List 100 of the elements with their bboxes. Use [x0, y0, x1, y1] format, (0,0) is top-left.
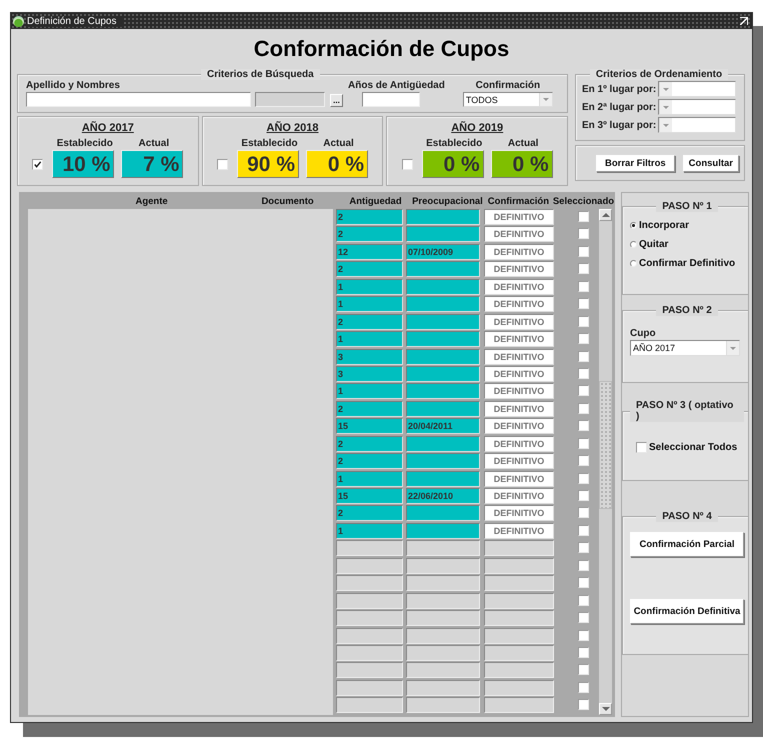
table-cell: 1: [336, 278, 403, 295]
option-label[interactable]: Quitar: [639, 239, 668, 250]
checkbox[interactable]: [578, 385, 589, 396]
checkbox[interactable]: [578, 594, 589, 606]
group-title: PASO Nº 4: [656, 511, 718, 522]
established-percent: 0 %: [422, 150, 484, 178]
caret-icon[interactable]: [663, 124, 670, 126]
scroll-up-button[interactable]: [599, 209, 612, 221]
checkbox[interactable]: [578, 228, 589, 240]
table-cell: [484, 558, 554, 574]
caret-icon[interactable]: [542, 98, 549, 101]
caret-icon[interactable]: [663, 88, 670, 90]
checkbox[interactable]: [578, 420, 589, 432]
checkbox[interactable]: [578, 699, 589, 710]
checkbox[interactable]: [578, 542, 589, 554]
table-cell: [336, 610, 403, 626]
current-percent: 0 %: [490, 150, 553, 178]
checkbox[interactable]: [578, 472, 589, 484]
checkbox[interactable]: [578, 524, 589, 536]
checkbox[interactable]: [578, 612, 589, 624]
checkbox[interactable]: [578, 630, 589, 640]
table-cell: 1: [336, 331, 403, 348]
table-cell: DEFINITIVO: [484, 488, 554, 504]
table-cell: [484, 662, 554, 678]
checkbox[interactable]: [578, 664, 589, 676]
scroll-down-button[interactable]: [599, 702, 612, 715]
dropdown[interactable]: [658, 99, 736, 115]
field-label: En 2ª lugar por:: [582, 102, 656, 112]
table-cell: [484, 575, 554, 592]
option-label[interactable]: Seleccionar Todos: [649, 442, 738, 453]
table-cell: 07/10/2009: [406, 244, 480, 260]
checkbox[interactable]: [578, 646, 589, 658]
group-title: PASO Nº 1: [656, 201, 718, 212]
scroll-thumb[interactable]: [599, 381, 612, 509]
lookup-button[interactable]: ...: [330, 94, 343, 107]
checkbox[interactable]: [578, 316, 589, 327]
dropdown[interactable]: AÑO 2017: [630, 340, 740, 356]
checkbox[interactable]: [578, 490, 589, 501]
table-cell: 2: [336, 314, 403, 330]
table-cell: [336, 540, 403, 556]
dropdown[interactable]: [658, 81, 736, 97]
checkbox[interactable]: [578, 368, 589, 379]
caret-icon[interactable]: [730, 346, 736, 350]
dropdown[interactable]: [658, 117, 736, 133]
checkbox[interactable]: [578, 577, 589, 588]
field-label: Años de Antigüedad: [348, 80, 445, 91]
radio-button[interactable]: [630, 222, 637, 229]
checkbox[interactable]: [578, 682, 589, 693]
checkbox[interactable]: [578, 455, 589, 466]
table-cell: [336, 697, 403, 714]
checkbox[interactable]: [578, 507, 589, 518]
table-cell: [336, 680, 403, 696]
final-confirm-button[interactable]: Confirmación Definitiva: [630, 599, 744, 624]
field-label: Apellido y Nombres: [26, 80, 121, 91]
field-label: En 1º lugar por:: [582, 84, 656, 94]
scrollbar[interactable]: [599, 209, 612, 715]
checkbox[interactable]: [217, 158, 228, 170]
checkbox[interactable]: [578, 263, 589, 274]
current-percent: 0 %: [306, 150, 368, 178]
caret-icon[interactable]: [663, 106, 670, 108]
page-heading: Conformación de Cupos: [252, 35, 510, 63]
checkbox[interactable]: [578, 333, 589, 344]
search-button[interactable]: Consultar: [682, 154, 739, 172]
group-title: PASO Nº 2: [656, 305, 718, 316]
radio-button[interactable]: [630, 241, 637, 248]
checkbox[interactable]: [578, 280, 589, 292]
years-field[interactable]: [362, 92, 420, 107]
column-label: Establecido: [240, 138, 299, 149]
table-cell: DEFINITIVO: [484, 400, 554, 417]
checkbox[interactable]: [578, 246, 589, 257]
maximize-icon[interactable]: [740, 17, 748, 25]
checkbox[interactable]: [578, 402, 589, 414]
table-cell: [336, 628, 403, 644]
table-cell: 22/06/2010: [406, 488, 480, 504]
table-cell: DEFINITIVO: [484, 209, 554, 225]
checkbox[interactable]: [578, 438, 589, 449]
table-cell: 1: [336, 296, 403, 312]
clear-filters-button[interactable]: Borrar Filtros: [596, 154, 675, 172]
partial-confirm-button[interactable]: Confirmación Parcial: [630, 532, 744, 557]
checkbox[interactable]: [578, 298, 589, 310]
checkbox[interactable]: [578, 560, 589, 571]
table-cell: DEFINITIVO: [484, 226, 554, 242]
column-label: Establecido: [425, 138, 484, 149]
option-label[interactable]: Incorporar: [639, 220, 690, 231]
radio-button[interactable]: [630, 260, 637, 267]
table-cell: DEFINITIVO: [484, 261, 554, 278]
table-cell: [336, 644, 403, 661]
checkbox[interactable]: [636, 442, 647, 453]
option-label[interactable]: Confirmar Definitivo: [639, 258, 736, 269]
table-cell: [484, 680, 554, 696]
current-percent: 7 %: [121, 150, 184, 178]
checkbox[interactable]: [578, 211, 589, 222]
dropdown[interactable]: TODOS: [462, 92, 553, 107]
checkbox[interactable]: [32, 158, 44, 170]
group-title: PASO Nº 3 ( optativo ): [630, 400, 744, 422]
column-label: Actual: [506, 138, 540, 149]
checkbox[interactable]: [578, 350, 589, 362]
name-field[interactable]: [26, 92, 251, 107]
checkbox[interactable]: [402, 158, 413, 170]
table-cell: 3: [336, 348, 403, 364]
